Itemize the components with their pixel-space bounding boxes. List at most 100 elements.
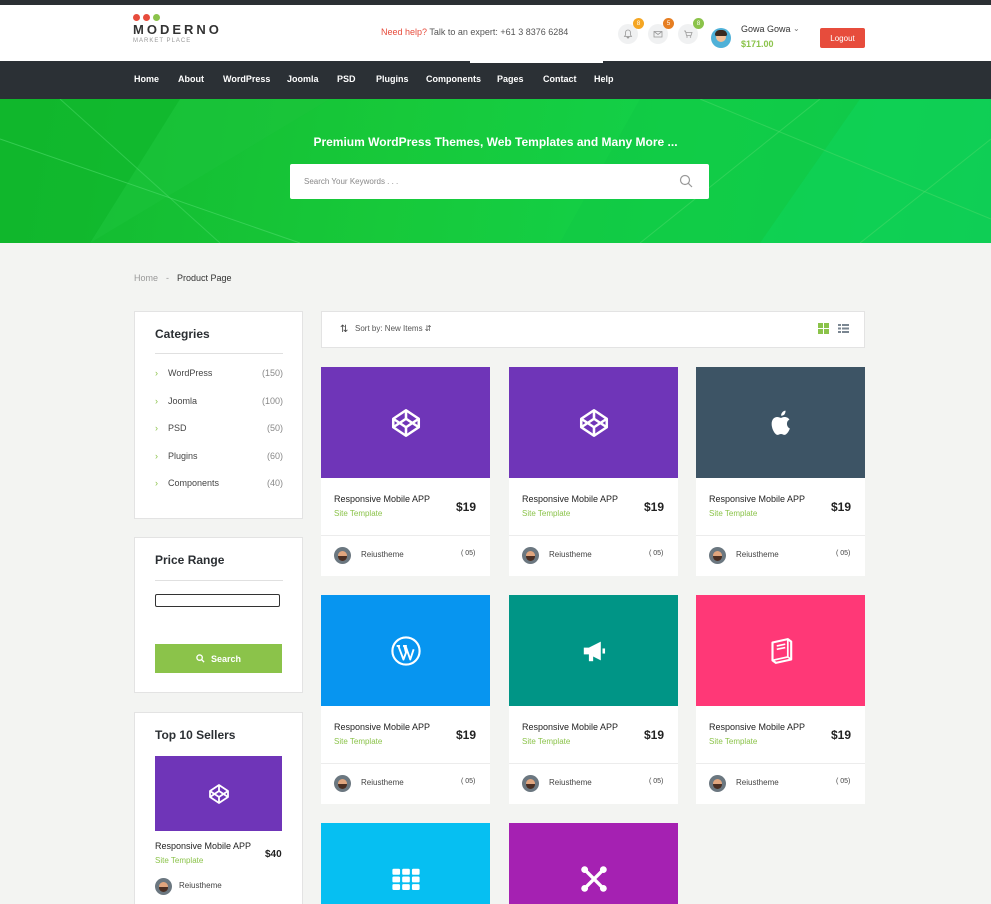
product-price: $19 — [456, 728, 477, 742]
product-thumbnail[interactable] — [321, 367, 490, 478]
help-highlight[interactable]: Need help? — [381, 27, 427, 37]
product-author[interactable]: Reiustheme — [361, 550, 404, 559]
nav-pages[interactable]: Pages — [497, 74, 524, 84]
price-range-slider[interactable] — [155, 594, 280, 607]
category-count: (50) — [266, 423, 283, 433]
price-range-title: Price Range — [155, 553, 225, 567]
cart-button[interactable]: 8 — [678, 18, 704, 44]
divider — [696, 535, 865, 536]
category-item-psd[interactable]: › PSD (50) — [155, 423, 283, 437]
product-author[interactable]: Reiustheme — [549, 550, 592, 559]
category-label: Components — [168, 478, 220, 488]
product-thumbnail[interactable] — [509, 823, 678, 904]
category-item-joomla[interactable]: › Joomla (100) — [155, 396, 283, 410]
chevron-right-icon: › — [155, 478, 158, 488]
product-card[interactable] — [321, 823, 490, 904]
product-title[interactable]: Responsive Mobile APP — [522, 722, 618, 732]
bell-icon — [623, 29, 633, 39]
product-thumbnail[interactable] — [696, 367, 865, 478]
user-balance: $171.00 — [741, 39, 774, 49]
help-phone: Talk to an expert: +61 3 8376 6284 — [427, 27, 569, 37]
user-avatar[interactable] — [711, 28, 731, 48]
product-title[interactable]: Responsive Mobile APP — [709, 494, 805, 504]
product-author[interactable]: Reiustheme — [549, 778, 592, 787]
seller-author[interactable]: Reiustheme — [179, 881, 222, 890]
product-author[interactable]: Reiustheme — [736, 778, 779, 787]
search-input[interactable] — [304, 173, 664, 189]
nav-plugins[interactable]: Plugins — [376, 74, 409, 84]
category-count: (150) — [261, 368, 283, 378]
price-search-button[interactable]: Search — [155, 644, 282, 673]
product-title[interactable]: Responsive Mobile APP — [334, 722, 430, 732]
product-card[interactable]: Responsive Mobile APP Site Template $19 Rei… — [696, 367, 865, 576]
product-author[interactable]: Reiustheme — [361, 778, 404, 787]
product-type: Site Template — [522, 737, 571, 746]
breadcrumb-separator: - — [166, 273, 169, 283]
category-item-components[interactable]: › Components (40) — [155, 478, 283, 492]
product-card[interactable]: Responsive Mobile APP Site Template $19 Rei… — [321, 367, 490, 576]
nav-joomla[interactable]: Joomla — [287, 74, 319, 84]
notifications-button[interactable]: 8 — [618, 18, 644, 44]
logo[interactable]: MODERNO MARKET PLACE — [133, 14, 222, 44]
product-card[interactable]: Responsive Mobile APP Site Template $19 Rei… — [321, 595, 490, 804]
divider — [155, 353, 283, 354]
product-card[interactable]: Responsive Mobile APP Site Template $19 Rei… — [509, 595, 678, 804]
codepen-icon — [208, 783, 229, 804]
logout-button[interactable]: Logout — [820, 28, 865, 48]
nav-contact[interactable]: Contact — [543, 74, 577, 84]
search-icon[interactable] — [679, 174, 693, 188]
product-card[interactable] — [509, 823, 678, 904]
breadcrumb-home[interactable]: Home — [134, 273, 158, 283]
breadcrumb-current: Product Page — [177, 273, 232, 283]
product-title[interactable]: Responsive Mobile APP — [522, 494, 618, 504]
seller-thumbnail[interactable] — [155, 756, 282, 831]
product-thumbnail[interactable] — [696, 595, 865, 706]
nav-about[interactable]: About — [178, 74, 204, 84]
chevron-down-icon[interactable]: ⌄ — [793, 24, 800, 33]
nav-help[interactable]: Help — [594, 74, 614, 84]
divider — [696, 763, 865, 764]
megaphone-icon — [577, 634, 611, 668]
hero-title: Premium WordPress Themes, Web Templates … — [313, 135, 678, 149]
product-title[interactable]: Responsive Mobile APP — [709, 722, 805, 732]
sort-icon[interactable]: ⇅ — [340, 324, 348, 335]
product-title[interactable]: Responsive Mobile APP — [334, 494, 430, 504]
product-thumbnail[interactable] — [321, 823, 490, 904]
categories-panel: Categries › WordPress (150) › Joomla (100) ›… — [134, 311, 303, 519]
nav-wordpress[interactable]: WordPress — [223, 74, 270, 84]
category-count: (100) — [261, 396, 283, 406]
product-price: $19 — [831, 500, 852, 514]
product-thumbnail[interactable] — [509, 595, 678, 706]
category-item-plugins[interactable]: › Plugins (60) — [155, 451, 283, 465]
joomla-icon — [577, 862, 611, 896]
nav-home[interactable]: Home — [134, 74, 159, 84]
list-view-icon[interactable] — [838, 323, 849, 334]
sort-dropdown[interactable]: Sort by: New Items ⇵ — [355, 324, 432, 333]
grid-view-icon[interactable] — [818, 323, 829, 334]
category-label: PSD — [168, 423, 187, 433]
product-card[interactable]: Responsive Mobile APP Site Template $19 Rei… — [696, 595, 865, 804]
product-thumbnail[interactable] — [321, 595, 490, 706]
divider — [509, 763, 678, 764]
seller-item-title[interactable]: Responsive Mobile APP — [155, 841, 251, 851]
hero-banner: Premium WordPress Themes, Web Templates … — [0, 99, 991, 243]
category-label: WordPress — [168, 368, 213, 378]
product-thumbnail[interactable] — [509, 367, 678, 478]
logo-subtitle: MARKET PLACE — [133, 38, 192, 44]
site-header: MODERNO MARKET PLACE Need help? Talk to … — [0, 5, 991, 61]
product-price: $19 — [644, 728, 665, 742]
product-rating: ( 05) — [836, 550, 851, 557]
nav-components[interactable]: Components — [426, 74, 481, 84]
product-card[interactable]: Responsive Mobile APP Site Template $19 Rei… — [509, 367, 678, 576]
logo-name: MODERNO — [133, 22, 222, 37]
user-name[interactable]: Gowa Gowa — [741, 24, 791, 34]
product-type: Site Template — [334, 509, 383, 518]
category-item-wordpress[interactable]: › WordPress (150) — [155, 368, 283, 382]
messages-button[interactable]: 5 — [648, 18, 674, 44]
product-author[interactable]: Reiustheme — [736, 550, 779, 559]
hero-search-box — [290, 164, 709, 199]
product-rating: ( 05) — [461, 778, 476, 785]
sort-label: Sort by: New Items — [355, 324, 423, 333]
category-count: (60) — [266, 451, 283, 461]
nav-psd[interactable]: PSD — [337, 74, 356, 84]
